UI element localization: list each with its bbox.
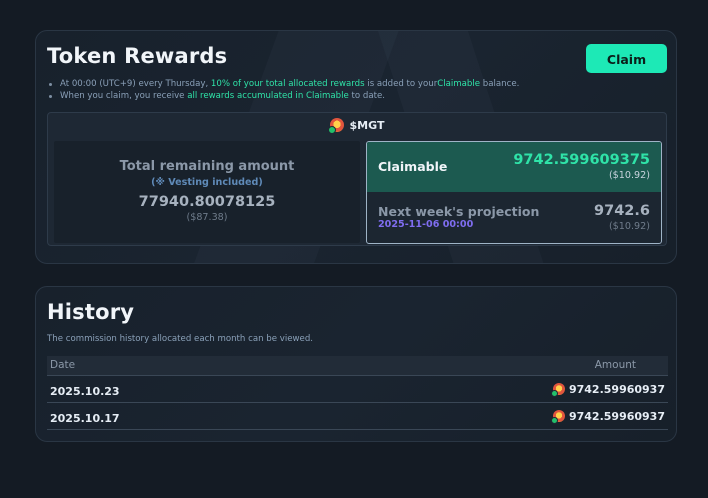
claimable-box: Claimable 9742.599609375 ($10.92) Next w… [366,141,662,244]
history-title: History [47,300,135,324]
total-remaining-label: Total remaining amount [119,159,295,174]
projection-amount: 9742.6 [594,203,650,219]
total-remaining-amount: 77940.80078125 [138,194,276,210]
claimable-amount: 9742.599609375 [513,152,650,168]
claim-button[interactable]: Claim [586,44,667,73]
projection-usd: ($10.92) [608,221,650,232]
history-card: History The commission history allocated… [35,286,677,442]
row-date: 2025.10.23 [50,385,120,398]
token-icon [550,383,565,397]
table-row: 2025.10.17 9742.59960937 [47,403,668,430]
claimable-label: Claimable [378,159,448,174]
column-header-date: Date [50,359,76,371]
note-item: At 00:00 (UTC+9) every Thursday, 10% of … [47,79,519,91]
row-amount: 9742.59960937 [550,383,665,397]
table-header: Date Amount [47,356,668,376]
claimable-usd: ($10.92) [608,170,650,181]
vesting-note: (※ Vesting included) [151,177,263,188]
token-icon [550,410,565,424]
column-header-amount: Amount [594,359,636,371]
rewards-notes: At 00:00 (UTC+9) every Thursday, 10% of … [47,79,519,102]
token-header: $MGT [48,118,666,134]
history-description: The commission history allocated each mo… [47,334,314,344]
token-panel: $MGT Total remaining amount (※ Vesting i… [47,112,667,246]
row-amount: 9742.59960937 [550,410,665,424]
row-date: 2025.10.17 [50,412,120,425]
token-icon [327,118,344,134]
table-row: 2025.10.23 9742.59960937 [47,376,668,403]
total-remaining-usd: ($87.38) [186,212,228,223]
note-item: When you claim, you receive all rewards … [47,91,519,103]
total-remaining-box: Total remaining amount (※ Vesting includ… [54,141,360,243]
projection-date: 2025-11-06 00:00 [378,219,474,230]
token-symbol: $MGT [349,119,385,132]
projection-label: Next week's projection [378,204,540,219]
token-rewards-card: Token Rewards Claim At 00:00 (UTC+9) eve… [35,30,677,264]
history-table: Date Amount 2025.10.23 9742.59960937 202… [47,356,668,430]
page-title: Token Rewards [47,44,228,68]
claimable-row: Claimable 9742.599609375 ($10.92) [367,142,661,192]
